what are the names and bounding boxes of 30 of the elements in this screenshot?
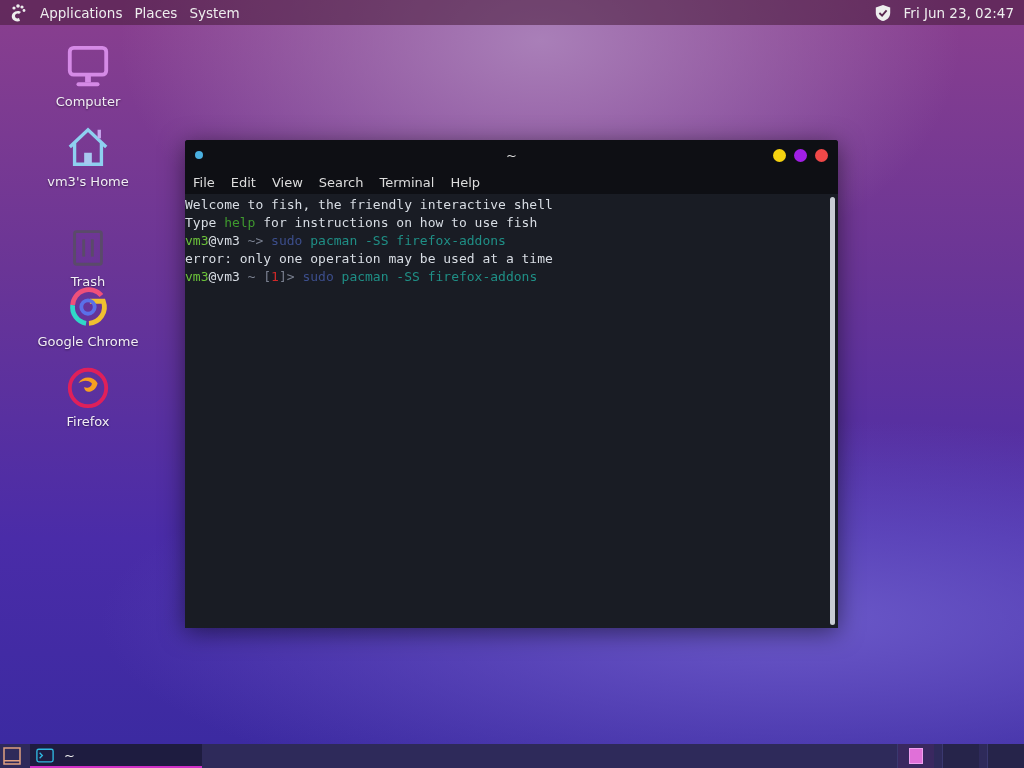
terminal-line: Welcome to fish, the friendly interactive shell bbox=[185, 196, 553, 214]
icon-label[interactable]: Google Chrome bbox=[37, 334, 139, 349]
clock[interactable]: Fri Jun 23, 02:47 bbox=[903, 4, 1014, 21]
icon-label[interactable]: Trash bbox=[70, 274, 106, 289]
window-title: ~ bbox=[506, 147, 517, 163]
panel-menu[interactable]: Applications bbox=[40, 4, 123, 21]
terminal-line: vm3@vm3 ~ [1]> sudo pacman -SS firefox-addons bbox=[185, 268, 538, 286]
icon-label[interactable]: Computer bbox=[55, 94, 121, 109]
workspace-button[interactable] bbox=[897, 744, 934, 768]
show-desktop-icon[interactable] bbox=[2, 746, 22, 766]
menu-item[interactable]: Edit bbox=[222, 174, 264, 190]
terminal-line: vm3@vm3 ~> sudo pacman -SS firefox-addons bbox=[185, 232, 506, 250]
menu-item[interactable]: File bbox=[185, 174, 223, 190]
menu-item[interactable]: Search bbox=[310, 174, 372, 190]
panel-menu[interactable]: System bbox=[189, 4, 240, 21]
terminal-line: Type help for instructions on how to use fish bbox=[185, 214, 538, 232]
shield-check-icon[interactable] bbox=[873, 3, 892, 22]
icon-label[interactable]: Firefox bbox=[66, 414, 110, 429]
menu-item[interactable]: View bbox=[263, 174, 311, 190]
terminal-icon bbox=[36, 747, 54, 763]
task-button[interactable]: ~ bbox=[30, 744, 202, 768]
scrollbar[interactable] bbox=[830, 197, 835, 625]
menu-item[interactable]: Help bbox=[442, 174, 489, 190]
window-button[interactable] bbox=[773, 148, 786, 162]
icon-label[interactable]: vm3's Home bbox=[47, 174, 129, 189]
menu-item[interactable]: Terminal bbox=[371, 174, 443, 190]
window-button[interactable] bbox=[815, 148, 828, 162]
terminal-line: error: only one operation may be used at a time bbox=[185, 250, 553, 268]
app-dot-icon bbox=[195, 151, 203, 159]
panel-menu[interactable]: Places bbox=[134, 4, 178, 21]
